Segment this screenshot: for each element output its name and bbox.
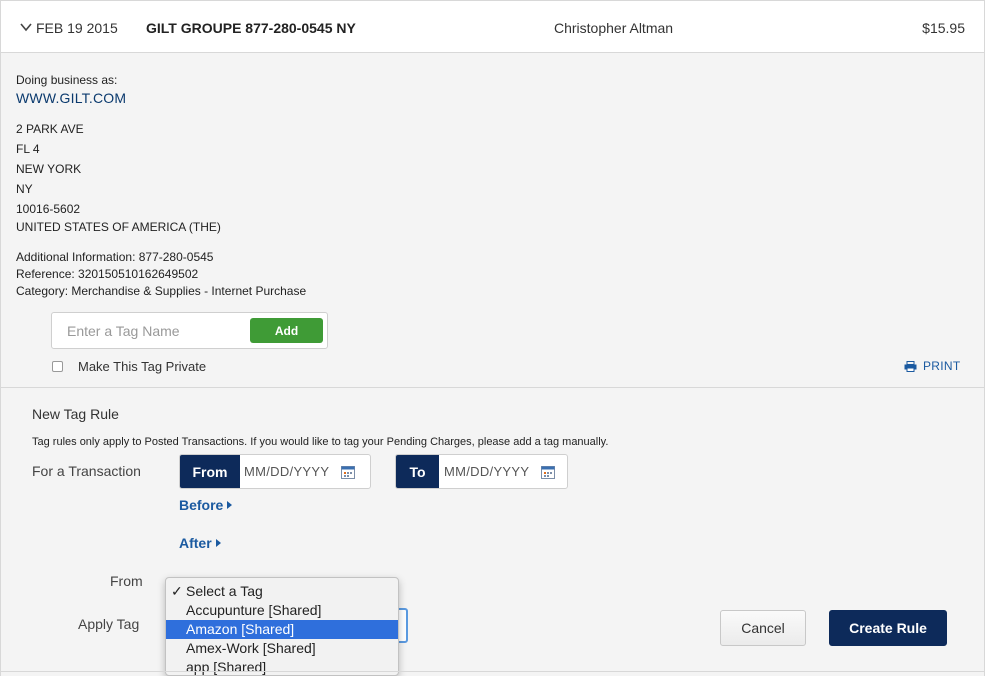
card-member-name: Christopher Altman: [554, 20, 674, 36]
option-label: app [Shared]: [186, 659, 267, 675]
transaction-amount: $15.95: [922, 20, 965, 36]
additional-info: Additional Information: 877-280-0545: [16, 250, 214, 264]
from-merchant-label: From: [110, 573, 143, 589]
after-label: After: [179, 535, 212, 551]
option-label: Amazon [Shared]: [186, 621, 295, 637]
dropdown-option[interactable]: ✓ Select a Tag: [166, 582, 398, 601]
option-label: Amex-Work [Shared]: [186, 640, 316, 656]
from-date-field[interactable]: From MM/DD/YYYY: [179, 454, 371, 489]
from-date-tag: From: [180, 455, 240, 488]
caret-right-icon: [215, 539, 221, 547]
calendar-icon[interactable]: [541, 465, 555, 479]
to-date-field[interactable]: To MM/DD/YYYY: [395, 454, 568, 489]
create-rule-button[interactable]: Create Rule: [829, 610, 947, 646]
print-label: PRINT: [923, 359, 961, 373]
print-link[interactable]: PRINT: [904, 359, 961, 373]
option-label: Select a Tag: [186, 583, 263, 599]
cancel-button[interactable]: Cancel: [720, 610, 806, 646]
before-label: Before: [179, 497, 224, 513]
dropdown-option[interactable]: Accupunture [Shared]: [166, 601, 398, 620]
address-line: 10016-5602: [16, 202, 81, 216]
address-line: 2 PARK AVE: [16, 122, 84, 136]
category: Category: Merchandise & Supplies - Inter…: [16, 284, 307, 298]
before-link[interactable]: Before: [179, 497, 233, 513]
checkmark-icon: ✓: [171, 583, 183, 599]
transaction-date: FEB 19 2015: [36, 20, 118, 36]
section-divider: [1, 671, 984, 672]
from-date-value[interactable]: MM/DD/YYYY: [244, 464, 329, 479]
section-divider: [1, 387, 984, 388]
dba-label: Doing business as:: [16, 73, 118, 87]
transaction-detail-panel: FEB 19 2015 GILT GROUPE 877-280-0545 NY …: [0, 0, 985, 676]
to-date-value[interactable]: MM/DD/YYYY: [444, 464, 529, 479]
apply-tag-label: Apply Tag: [78, 616, 140, 632]
printer-icon: [904, 360, 917, 372]
tag-rule-note: Tag rules only apply to Posted Transacti…: [32, 436, 609, 448]
tag-input-group: Add: [51, 312, 328, 349]
tag-rule-title: New Tag Rule: [32, 406, 119, 422]
dropdown-option-highlighted[interactable]: Amazon [Shared]: [166, 620, 398, 639]
to-date-tag: To: [396, 455, 439, 488]
private-tag-checkbox[interactable]: [52, 361, 63, 372]
option-label: Accupunture [Shared]: [186, 602, 322, 618]
tag-dropdown-menu[interactable]: ✓ Select a Tag Accupunture [Shared] Amaz…: [165, 577, 399, 676]
after-link[interactable]: After: [179, 535, 221, 551]
reference-number: Reference: 320150510162649502: [16, 267, 199, 281]
dropdown-option[interactable]: Amex-Work [Shared]: [166, 639, 398, 658]
for-transaction-label: For a Transaction: [32, 463, 141, 479]
transaction-merchant: GILT GROUPE 877-280-0545 NY: [146, 20, 356, 36]
address-line: FL 4: [16, 142, 40, 156]
address-line: NY: [16, 182, 33, 196]
dropdown-option[interactable]: app [Shared]: [166, 658, 398, 675]
address-line: UNITED STATES OF AMERICA (THE): [16, 220, 221, 234]
private-tag-label: Make This Tag Private: [78, 359, 207, 374]
transaction-row[interactable]: FEB 19 2015 GILT GROUPE 877-280-0545 NY …: [1, 0, 984, 53]
dba-value: WWW.GILT.COM: [16, 90, 127, 106]
private-tag-option[interactable]: Make This Tag Private: [52, 359, 206, 374]
chevron-down-icon[interactable]: [20, 22, 32, 32]
tag-name-input[interactable]: [53, 314, 243, 347]
add-tag-button[interactable]: Add: [250, 318, 323, 343]
address-line: NEW YORK: [16, 162, 82, 176]
caret-right-icon: [227, 501, 233, 509]
calendar-icon[interactable]: [341, 465, 355, 479]
